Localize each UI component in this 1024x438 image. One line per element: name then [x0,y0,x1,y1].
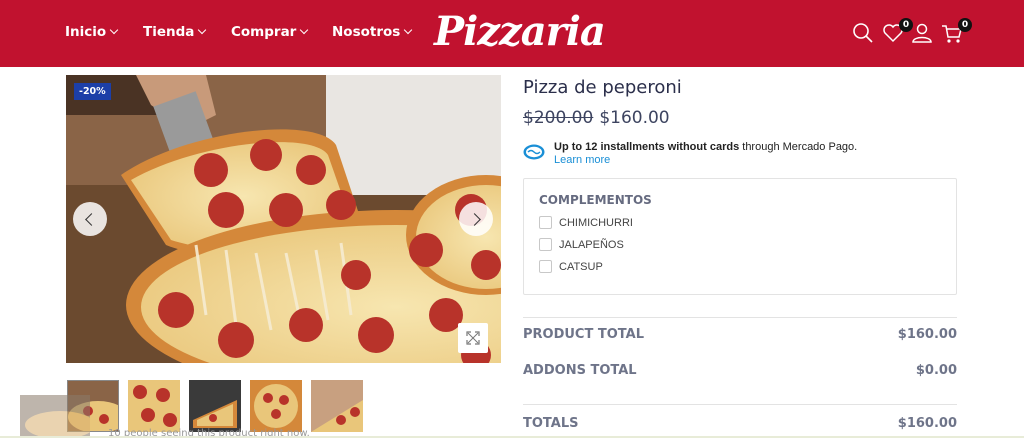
addons-panel: COMPLEMENTOS CHIMICHURRI JALAPEÑOS CATSU… [523,178,957,295]
installments-info: Up to 12 installments without cards thro… [554,141,857,167]
installments-rest: through Mercado Pago. [739,141,858,153]
totals-value: $160.00 [897,416,957,431]
old-price: $200.00 [523,108,594,128]
thumbnail-image [311,380,363,432]
chevron-right-icon [468,212,481,226]
addon-label: JALAPEÑOS [559,238,624,251]
addons-total-value: $0.00 [915,363,957,378]
zoom-button[interactable] [458,323,488,353]
chevron-down-icon [300,25,309,35]
product-price: $200.00 $160.00 [523,108,670,128]
gallery-prev-button[interactable] [73,202,107,236]
sticky-product-thumbnail[interactable] [20,395,95,438]
product-total-value: $160.00 [897,327,957,342]
addon-label: CHIMICHURRI [559,216,633,229]
addon-catsup[interactable]: CATSUP [539,260,603,273]
nav-inicio-label: Inicio [65,24,107,40]
gallery-next-button[interactable] [459,202,493,236]
addon-jalapenos[interactable]: JALAPEÑOS [539,238,624,251]
search-icon[interactable] [850,20,876,46]
site-header: Inicio Tienda Comprar Nosotros Pizzaria … [0,0,1024,67]
cart-count-badge: 0 [958,18,972,32]
nav-comprar-label: Comprar [231,24,297,40]
addon-checkbox[interactable] [539,216,552,229]
thumbnail-image [250,380,302,432]
discount-badge: -20% [74,83,111,100]
divider [523,317,957,318]
addons-total-label: ADDONS TOTAL [523,363,637,378]
thumbnail-image [128,380,180,432]
thumbnail-image [189,380,241,432]
nav-inicio[interactable]: Inicio [65,24,119,40]
nav-nosotros-label: Nosotros [332,24,401,40]
addon-label: CATSUP [559,260,603,273]
nav-tienda-label: Tienda [143,24,195,40]
chevron-down-icon [109,25,119,35]
addon-checkbox[interactable] [539,238,552,251]
chevron-down-icon [198,25,207,35]
installments-bold: Up to 12 installments without cards [554,141,740,153]
learn-more-link[interactable]: Learn more [554,154,857,167]
thumbnail-2[interactable] [128,380,180,432]
product-total-row: PRODUCT TOTAL $160.00 [523,327,957,342]
addons-title: COMPLEMENTOS [539,193,652,207]
addons-total-row: ADDONS TOTAL $0.00 [523,363,957,378]
nav-nosotros[interactable]: Nosotros [332,24,413,40]
product-main-image[interactable] [66,75,501,363]
thumbnail-5[interactable] [311,380,363,432]
addon-chimichurri[interactable]: CHIMICHURRI [539,216,633,229]
nav-comprar[interactable]: Comprar [231,24,309,40]
site-logo[interactable]: Pizzaria [434,8,606,55]
product-total-label: PRODUCT TOTAL [523,327,644,342]
chevron-left-icon [85,212,98,226]
current-price: $160.00 [599,108,670,128]
mercado-pago-icon [523,144,545,160]
totals-row: TOTALS $160.00 [523,416,957,431]
user-icon[interactable] [909,20,935,46]
expand-icon [466,331,480,345]
thumbnail-3[interactable] [189,380,241,432]
addon-checkbox[interactable] [539,260,552,273]
totals-label: TOTALS [523,416,579,431]
chevron-down-icon [404,25,413,35]
thumbnail-4[interactable] [250,380,302,432]
product-title: Pizza de peperoni [523,77,682,98]
nav-tienda[interactable]: Tienda [143,24,207,40]
divider [523,404,957,405]
